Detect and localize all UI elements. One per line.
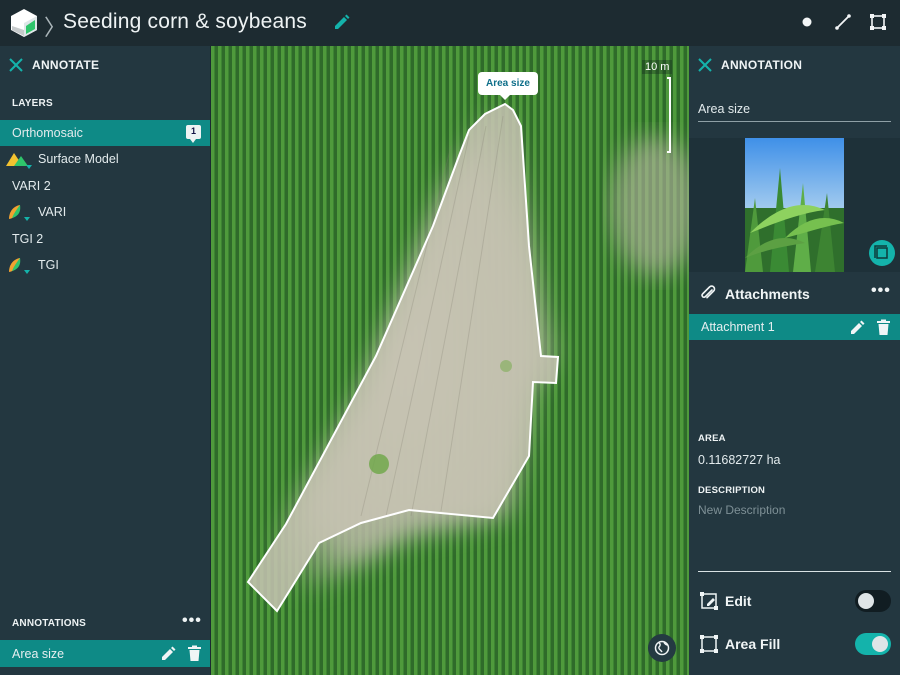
edit-shape-icon <box>700 592 718 610</box>
annotate-panel-header: ANNOTATE <box>0 46 210 84</box>
annotation-panel: ANNOTATION Area size Attachments ••• Att… <box>689 46 900 675</box>
attachments-label: Attachments <box>725 286 810 302</box>
paperclip-icon <box>701 285 716 299</box>
delete-annotation-trash-icon[interactable] <box>186 645 203 662</box>
layer-label: Surface Model <box>38 152 119 166</box>
annotation-panel-header: ANNOTATION <box>689 46 900 84</box>
attachments-header: Attachments ••• <box>689 272 900 314</box>
surface-model-icon <box>6 153 32 169</box>
layers-section-label: LAYERS <box>12 98 53 109</box>
annotation-count-badge: 1 <box>186 125 201 143</box>
layer-label: VARI <box>38 205 67 219</box>
close-annotate-icon[interactable] <box>9 58 23 72</box>
attachment-label: Attachment 1 <box>701 320 775 334</box>
delete-attachment-trash-icon[interactable] <box>875 319 892 336</box>
attachments-more-icon[interactable]: ••• <box>871 282 891 300</box>
point-tool-icon[interactable] <box>798 13 816 31</box>
description-input[interactable]: New Description <box>698 503 785 517</box>
edit-title-pencil-icon[interactable] <box>333 13 351 31</box>
area-label: AREA <box>698 433 726 444</box>
annotation-name-field[interactable]: Area size <box>698 102 891 122</box>
area-annotation-tooltip[interactable]: Area size <box>478 72 538 100</box>
top-bar: 〉 Seeding corn & soybeans <box>0 0 900 46</box>
edit-attachment-pencil-icon[interactable] <box>849 319 866 336</box>
description-label: DESCRIPTION <box>698 485 766 496</box>
layer-label: VARI 2 <box>12 179 51 193</box>
area-tool-icon[interactable] <box>869 13 887 31</box>
globe-icon <box>654 640 670 656</box>
toggle-knob <box>872 636 888 652</box>
area-fill-label: Area Fill <box>725 636 781 652</box>
edit-annotation-pencil-icon[interactable] <box>160 645 177 662</box>
crop-icon <box>874 245 888 259</box>
plant-health-icon <box>9 258 30 274</box>
area-fill-icon <box>700 635 718 653</box>
annotations-section-label: ANNOTATIONS <box>12 618 87 629</box>
attachment-item[interactable]: Attachment 1 <box>689 314 900 340</box>
divider <box>698 571 891 572</box>
toggle-knob <box>858 593 874 609</box>
layer-label: TGI 2 <box>12 232 44 246</box>
layer-label: TGI <box>38 258 59 272</box>
globe-basemap-button[interactable] <box>648 634 676 662</box>
line-tool-icon[interactable] <box>834 13 852 31</box>
layer-item-tgi-2[interactable]: TGI 2 <box>0 226 210 252</box>
layer-label: Orthomosaic <box>12 126 83 140</box>
layer-item-orthomosaic[interactable]: Orthomosaic 1 <box>0 120 210 146</box>
annotation-label: Area size <box>12 647 65 661</box>
annotations-more-icon[interactable]: ••• <box>182 612 202 630</box>
scale-bar <box>667 77 671 153</box>
layer-item-vari[interactable]: VARI <box>0 199 210 225</box>
app-logo-icon[interactable] <box>10 8 38 38</box>
map-view[interactable]: Area size 10 m <box>211 46 689 675</box>
plant-health-icon <box>9 205 30 221</box>
project-title: Seeding corn & soybeans <box>63 10 307 33</box>
orthomosaic-image <box>211 46 689 675</box>
annotate-panel: ANNOTATE LAYERS Orthomosaic 1 Surface Mo… <box>0 46 211 675</box>
area-fill-toggle[interactable] <box>855 633 891 655</box>
annotation-item-area-size[interactable]: Area size <box>0 640 210 667</box>
annotate-title: ANNOTATE <box>32 58 100 72</box>
edit-toggle[interactable] <box>855 590 891 612</box>
annotation-title: ANNOTATION <box>721 58 803 72</box>
scale-label: 10 m <box>642 60 673 74</box>
edit-label: Edit <box>725 593 752 609</box>
layer-item-vari-2[interactable]: VARI 2 <box>0 173 210 199</box>
area-fill-toggle-row: Area Fill <box>689 629 900 659</box>
edit-toggle-row: Edit <box>689 586 900 616</box>
close-annotation-icon[interactable] <box>698 58 712 72</box>
layer-item-tgi[interactable]: TGI <box>0 252 210 278</box>
layer-item-surface-model[interactable]: Surface Model <box>0 146 210 172</box>
area-value: 0.11682727 ha <box>698 453 781 467</box>
change-photo-button[interactable] <box>869 240 895 266</box>
attachment-photo[interactable] <box>745 138 844 272</box>
